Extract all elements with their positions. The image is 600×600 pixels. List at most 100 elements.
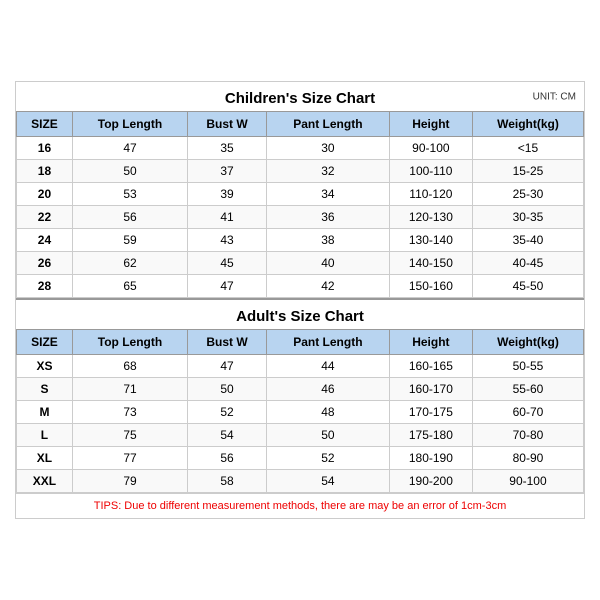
tips-text: TIPS: Due to different measurement metho… [16,493,584,518]
table-cell: 32 [266,160,389,183]
table-cell: 75 [72,424,187,447]
table-cell: 150-160 [389,275,472,298]
table-cell: 50 [188,378,267,401]
table-cell: 15-25 [472,160,583,183]
table-cell: 24 [17,229,73,252]
table-cell: 40-45 [472,252,583,275]
table-cell: 170-175 [389,401,472,424]
table-cell: 190-200 [389,470,472,493]
children-header-row: SIZE Top Length Bust W Pant Length Heigh… [17,112,584,137]
table-cell: 30 [266,137,389,160]
children-col-height: Height [389,112,472,137]
table-cell: 50 [266,424,389,447]
adult-col-weight: Weight(kg) [472,330,583,355]
table-row: 26624540140-15040-45 [17,252,584,275]
children-col-weight: Weight(kg) [472,112,583,137]
adult-section-title: Adult's Size Chart [16,298,584,329]
table-cell: XS [17,355,73,378]
table-row: 22564136120-13030-35 [17,206,584,229]
table-cell: <15 [472,137,583,160]
table-cell: 20 [17,183,73,206]
table-row: 1647353090-100<15 [17,137,584,160]
adult-col-size: SIZE [17,330,73,355]
adult-title-text: Adult's Size Chart [236,308,364,325]
table-cell: 52 [266,447,389,470]
table-cell: M [17,401,73,424]
table-row: 20533934110-12025-30 [17,183,584,206]
table-cell: 175-180 [389,424,472,447]
children-table-body: 1647353090-100<1518503732100-11015-25205… [17,137,584,298]
table-cell: 140-150 [389,252,472,275]
table-cell: 35 [188,137,267,160]
table-row: XXL795854190-20090-100 [17,470,584,493]
children-title-text: Children's Size Chart [225,90,375,107]
adult-col-top-length: Top Length [72,330,187,355]
table-cell: 59 [72,229,187,252]
children-section-title: Children's Size Chart UNIT: CM [16,82,584,111]
table-cell: 45 [188,252,267,275]
table-cell: 48 [266,401,389,424]
adult-col-bust-w: Bust W [188,330,267,355]
table-cell: 180-190 [389,447,472,470]
table-cell: 53 [72,183,187,206]
size-chart-container: Children's Size Chart UNIT: CM SIZE Top … [15,81,585,519]
table-cell: 73 [72,401,187,424]
table-row: XL775652180-19080-90 [17,447,584,470]
table-row: S715046160-17055-60 [17,378,584,401]
table-row: M735248170-17560-70 [17,401,584,424]
table-cell: 47 [188,275,267,298]
table-cell: 46 [266,378,389,401]
table-cell: 80-90 [472,447,583,470]
table-cell: 45-50 [472,275,583,298]
table-cell: 54 [188,424,267,447]
table-cell: 60-70 [472,401,583,424]
table-cell: 18 [17,160,73,183]
table-cell: 120-130 [389,206,472,229]
table-cell: 58 [188,470,267,493]
table-cell: 42 [266,275,389,298]
table-cell: 56 [188,447,267,470]
table-cell: 62 [72,252,187,275]
table-cell: 100-110 [389,160,472,183]
table-cell: 16 [17,137,73,160]
children-table: SIZE Top Length Bust W Pant Length Heigh… [16,111,584,298]
children-col-top-length: Top Length [72,112,187,137]
table-cell: 22 [17,206,73,229]
table-cell: XXL [17,470,73,493]
adult-table: SIZE Top Length Bust W Pant Length Heigh… [16,329,584,493]
table-cell: 28 [17,275,73,298]
table-cell: 41 [188,206,267,229]
table-cell: 26 [17,252,73,275]
table-cell: 54 [266,470,389,493]
table-cell: 44 [266,355,389,378]
table-cell: 56 [72,206,187,229]
table-cell: S [17,378,73,401]
children-col-bust-w: Bust W [188,112,267,137]
table-row: 24594338130-14035-40 [17,229,584,252]
table-cell: 68 [72,355,187,378]
table-cell: 70-80 [472,424,583,447]
table-cell: 110-120 [389,183,472,206]
table-cell: 47 [188,355,267,378]
table-cell: 40 [266,252,389,275]
table-cell: 25-30 [472,183,583,206]
table-cell: 130-140 [389,229,472,252]
adult-col-height: Height [389,330,472,355]
table-row: 28654742150-16045-50 [17,275,584,298]
table-cell: 30-35 [472,206,583,229]
table-cell: 65 [72,275,187,298]
table-cell: 50 [72,160,187,183]
table-cell: 39 [188,183,267,206]
table-cell: 90-100 [389,137,472,160]
table-cell: 55-60 [472,378,583,401]
table-cell: 160-170 [389,378,472,401]
children-col-pant-length: Pant Length [266,112,389,137]
table-cell: 77 [72,447,187,470]
table-cell: 79 [72,470,187,493]
table-cell: XL [17,447,73,470]
table-cell: L [17,424,73,447]
table-cell: 43 [188,229,267,252]
table-cell: 160-165 [389,355,472,378]
adult-table-body: XS684744160-16550-55S715046160-17055-60M… [17,355,584,493]
table-cell: 34 [266,183,389,206]
